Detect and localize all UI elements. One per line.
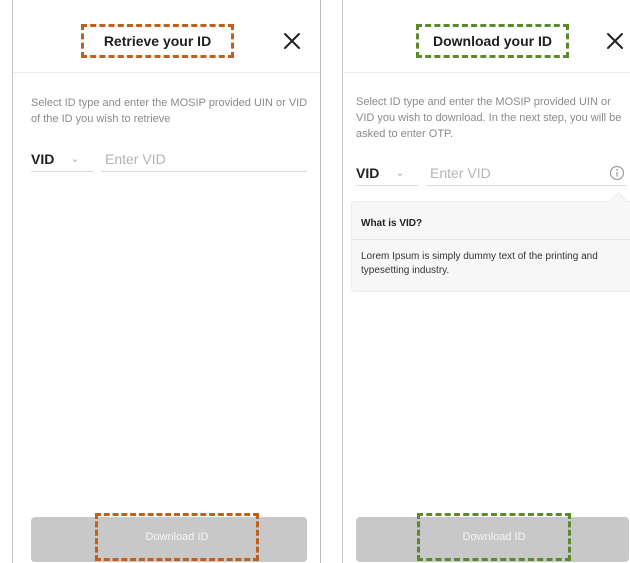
id-type-value: VID — [31, 150, 55, 167]
download-id-label: Download ID — [417, 513, 571, 561]
close-icon[interactable] — [604, 30, 626, 52]
vid-input[interactable] — [101, 146, 307, 172]
id-type-select[interactable]: VID ⌄ — [31, 146, 93, 172]
vid-input[interactable] — [426, 160, 626, 186]
download-id-panel: Download your ID Select ID type and ente… — [342, 0, 630, 563]
panel-title: Retrieve your ID — [81, 24, 234, 58]
id-type-select[interactable]: VID ⌄ — [356, 160, 418, 186]
chevron-down-icon: ⌄ — [70, 153, 80, 165]
retrieve-id-panel: Retrieve your ID Select ID type and ente… — [12, 0, 321, 563]
download-id-button[interactable]: Download ID — [356, 513, 629, 562]
info-icon[interactable] — [609, 165, 625, 181]
tooltip-body: Lorem Ipsum is simply dummy text of the … — [361, 251, 598, 276]
chevron-down-icon: ⌄ — [395, 167, 405, 179]
id-type-value: VID — [356, 164, 380, 181]
download-id-label: Download ID — [95, 513, 259, 561]
panel-header: Download your ID — [343, 0, 630, 73]
panel-header: Retrieve your ID — [13, 0, 320, 73]
tooltip-divider — [352, 239, 630, 240]
download-id-button[interactable]: Download ID — [31, 513, 307, 562]
close-icon[interactable] — [281, 30, 303, 52]
vid-tooltip: What is VID? Lorem Ipsum is simply dummy… — [351, 192, 630, 292]
instructions-text: Select ID type and enter the MOSIP provi… — [356, 96, 622, 140]
instructions-text: Select ID type and enter the MOSIP provi… — [31, 97, 308, 125]
tooltip-arrow — [609, 192, 628, 211]
panel-title: Download your ID — [416, 24, 569, 58]
tooltip-title: What is VID? — [361, 218, 423, 229]
